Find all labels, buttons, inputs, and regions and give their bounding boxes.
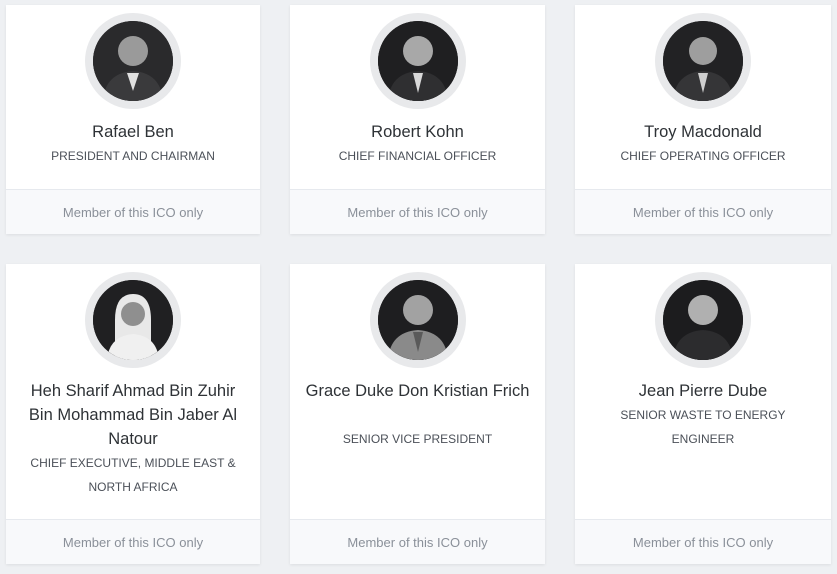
team-card: Rafael Ben PRESIDENT AND CHAIRMAN Member… bbox=[6, 5, 260, 234]
member-name: Troy Macdonald bbox=[644, 123, 762, 141]
member-footer: Member of this ICO only bbox=[290, 519, 545, 564]
team-card-body: Troy Macdonald CHIEF OPERATING OFFICER bbox=[575, 5, 831, 189]
member-role: PRESIDENT AND CHAIRMAN bbox=[51, 149, 215, 163]
team-card-body: Grace Duke Don Kristian Frich SENIOR VIC… bbox=[290, 264, 545, 519]
avatar bbox=[655, 13, 751, 109]
team-card: Heh Sharif Ahmad Bin Zuhir Bin Mohammad … bbox=[6, 264, 260, 564]
member-name: Robert Kohn bbox=[371, 123, 464, 141]
person-photo-icon bbox=[663, 280, 743, 360]
person-photo-icon bbox=[93, 21, 173, 101]
member-footer: Member of this ICO only bbox=[575, 189, 831, 234]
person-photo-icon bbox=[377, 21, 458, 101]
member-role: CHIEF FINANCIAL OFFICER bbox=[338, 149, 497, 163]
team-card: Robert Kohn CHIEF FINANCIAL OFFICER Memb… bbox=[290, 5, 545, 234]
member-role: SENIOR WASTE TO ENERGY ENGINEER bbox=[620, 408, 786, 446]
member-name: Rafael Ben bbox=[92, 123, 174, 141]
member-role: CHIEF OPERATING OFFICER bbox=[620, 149, 786, 163]
avatar bbox=[369, 13, 466, 109]
team-card: Grace Duke Don Kristian Frich SENIOR VIC… bbox=[290, 264, 545, 564]
team-card-body: Heh Sharif Ahmad Bin Zuhir Bin Mohammad … bbox=[6, 264, 260, 519]
team-card: Troy Macdonald CHIEF OPERATING OFFICER M… bbox=[575, 5, 831, 234]
avatar bbox=[85, 13, 181, 109]
person-photo-icon bbox=[93, 280, 173, 360]
member-footer: Member of this ICO only bbox=[6, 519, 260, 564]
member-footer: Member of this ICO only bbox=[575, 519, 831, 564]
team-card-body: Rafael Ben PRESIDENT AND CHAIRMAN bbox=[6, 5, 260, 189]
team-card-body: Robert Kohn CHIEF FINANCIAL OFFICER bbox=[290, 5, 545, 189]
person-photo-icon bbox=[377, 280, 458, 360]
member-footer: Member of this ICO only bbox=[6, 189, 260, 234]
team-card: Jean Pierre Dube SENIOR WASTE TO ENERGY … bbox=[575, 264, 831, 564]
avatar bbox=[85, 272, 181, 368]
member-name: Grace Duke Don Kristian Frich bbox=[305, 382, 530, 400]
avatar bbox=[369, 272, 466, 368]
member-role: CHIEF EXECUTIVE, MIDDLE EAST & NORTH AFR… bbox=[30, 456, 236, 494]
member-footer: Member of this ICO only bbox=[290, 189, 545, 234]
member-role: SENIOR VICE PRESIDENT bbox=[342, 432, 493, 446]
avatar bbox=[655, 272, 751, 368]
member-name: Heh Sharif Ahmad Bin Zuhir Bin Mohammad … bbox=[28, 382, 238, 448]
person-photo-icon bbox=[663, 21, 743, 101]
team-card-body: Jean Pierre Dube SENIOR WASTE TO ENERGY … bbox=[575, 264, 831, 519]
member-name: Jean Pierre Dube bbox=[638, 382, 768, 400]
